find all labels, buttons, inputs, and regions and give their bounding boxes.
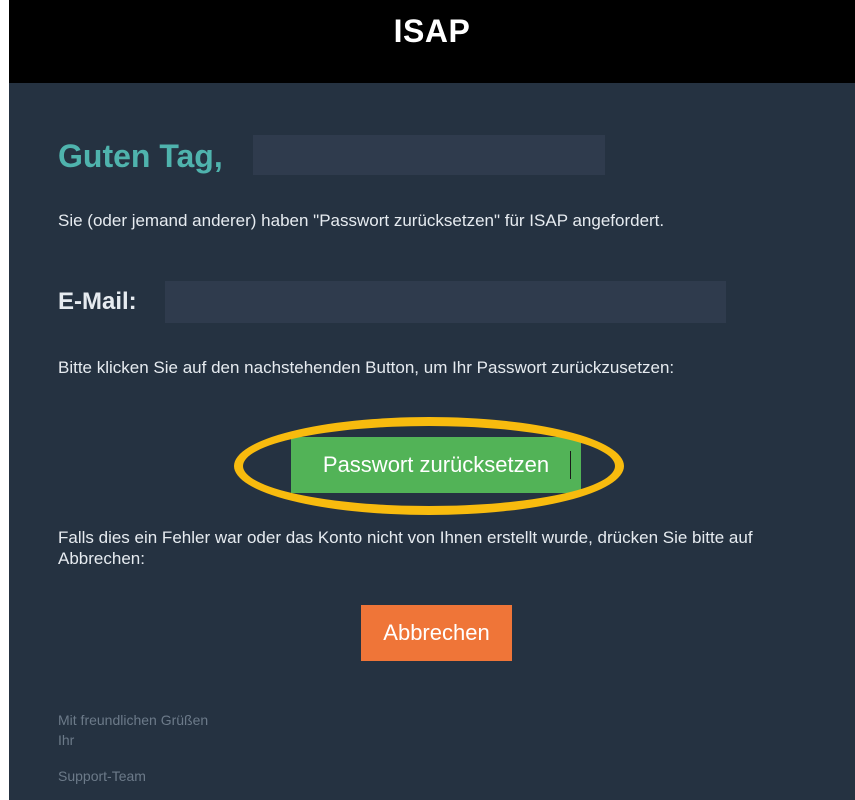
- text-cursor-icon: [570, 451, 571, 479]
- signature: Support-Team: [58, 768, 146, 784]
- cancel-button-label: Abbrechen: [383, 620, 490, 645]
- instruction-text: Bitte klicken Sie auf den nachstehenden …: [58, 358, 675, 377]
- cancel-instruction-text: Falls dies ein Fehler war oder das Konto…: [58, 528, 753, 568]
- reset-password-button-label: Passwort zurücksetzen: [322, 452, 550, 477]
- redacted-email: [165, 281, 726, 323]
- intro-text: Sie (oder jemand anderer) haben "Passwor…: [58, 211, 665, 230]
- email-body: Guten Tag, Sie (oder jemand anderer) hab…: [9, 83, 855, 800]
- cancel-button[interactable]: Abbrechen: [361, 605, 512, 661]
- email-page: ISAP Guten Tag, Sie (oder jemand anderer…: [0, 0, 855, 800]
- email-label: E-Mail:: [58, 288, 137, 315]
- redacted-name: [253, 135, 605, 175]
- closing-line: Mit freundlichen Grüßen: [58, 712, 209, 728]
- email-header: ISAP: [9, 0, 855, 83]
- header-title: ISAP: [393, 13, 471, 49]
- closing-pronoun: Ihr: [58, 732, 75, 748]
- reset-password-button[interactable]: Passwort zurücksetzen: [291, 437, 581, 493]
- greeting-heading: Guten Tag,: [58, 138, 223, 174]
